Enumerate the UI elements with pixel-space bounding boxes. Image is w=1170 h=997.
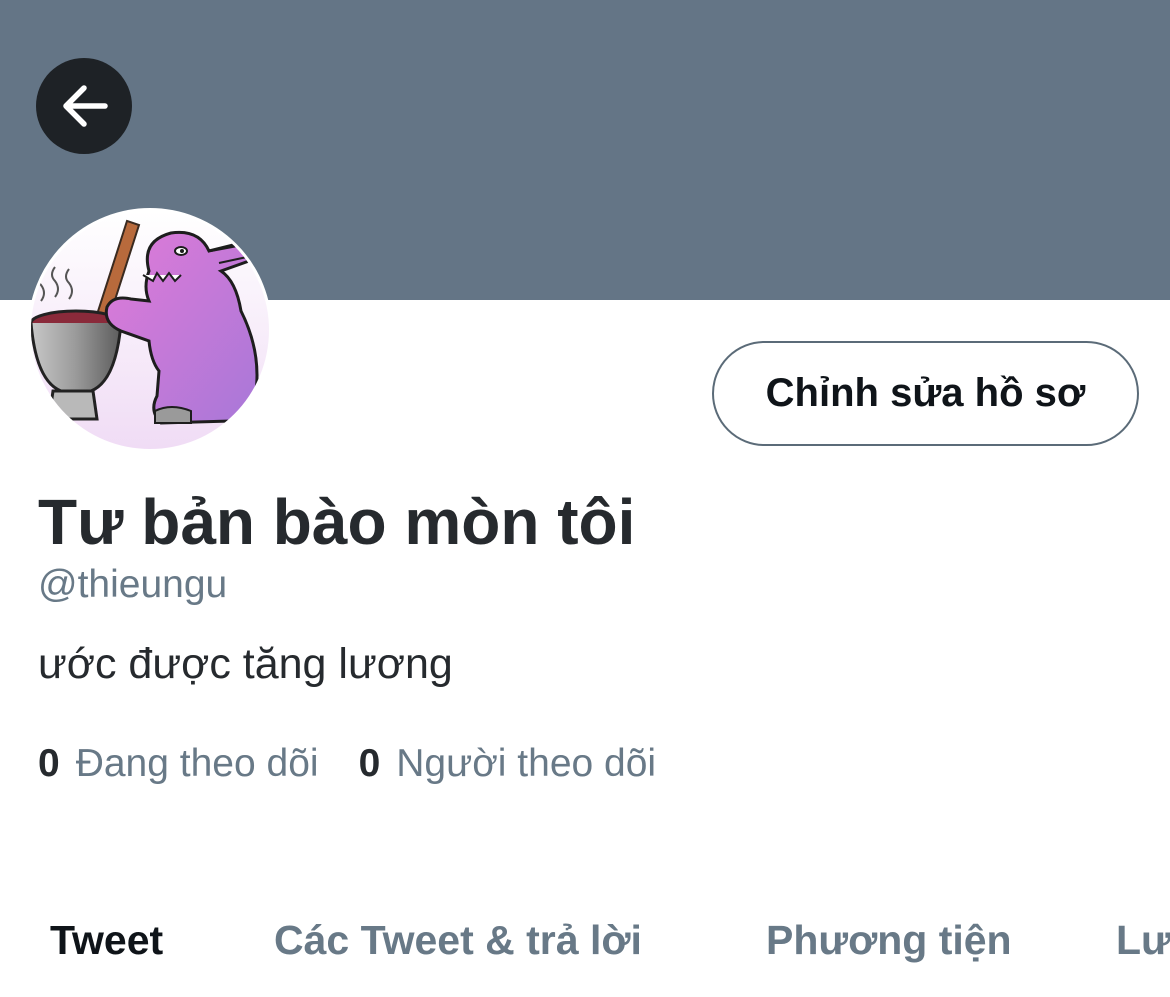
- display-name: Tư bản bào mòn tôi: [38, 486, 636, 558]
- tab-likes[interactable]: Lượt thích: [1116, 912, 1170, 968]
- profile-page: Chỉnh sửa hồ sơ Tư bản bào mòn tôi @thie…: [0, 0, 1170, 997]
- arrow-left-icon: [63, 85, 108, 127]
- followers-label: Người theo dõi: [396, 742, 657, 785]
- tab-tweets-and-replies[interactable]: Các Tweet & trả lời: [274, 912, 642, 968]
- profile-bio: ước được tăng lương: [38, 640, 453, 688]
- following-link[interactable]: 0 Đang theo dõi: [38, 741, 319, 787]
- back-button[interactable]: [36, 58, 132, 154]
- avatar[interactable]: [28, 208, 272, 452]
- profile-tabs: Tweet Các Tweet & trả lời Phương tiện Lư…: [0, 912, 1170, 972]
- tab-media[interactable]: Phương tiện: [766, 912, 1012, 968]
- edit-profile-button[interactable]: Chỉnh sửa hồ sơ: [712, 341, 1139, 446]
- followers-count: 0: [358, 742, 381, 785]
- avatar-drawing: [31, 211, 269, 449]
- user-handle: @thieungu: [38, 563, 228, 606]
- follow-stats: 0 Đang theo dõi 0 Người theo dõi: [38, 741, 656, 787]
- following-label: Đang theo dõi: [75, 742, 319, 785]
- followers-link[interactable]: 0 Người theo dõi: [359, 741, 657, 787]
- tab-tweets[interactable]: Tweet: [50, 912, 163, 968]
- following-count: 0: [38, 742, 60, 785]
